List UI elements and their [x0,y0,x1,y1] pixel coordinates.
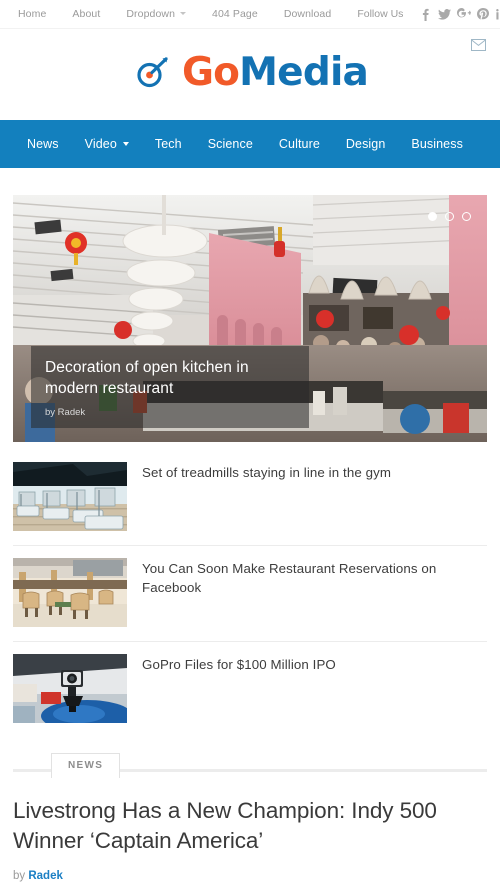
feature-article: Livestrong Has a New Champion: Indy 500 … [13,790,487,889]
nav-item-science[interactable]: Science [195,137,266,151]
gopro-camera-thumbnail [13,654,127,723]
slider-dot-3[interactable] [462,212,471,221]
nav-item-tech[interactable]: Tech [142,137,195,151]
pinterest-icon[interactable] [474,6,491,23]
main-navigation: News Video Tech Science Culture Design B… [0,120,500,168]
nav-item-news[interactable]: News [14,137,72,151]
logo-wordmark: GoMedia [181,50,369,95]
envelope-icon[interactable] [471,39,486,51]
page-root: Home About Dropdown 404 Page Download Fo… [0,0,500,889]
list-item[interactable]: You Can Soon Make Restaurant Reservation… [13,546,487,642]
gym-treadmills-thumbnail [13,462,127,531]
topnav-item-about[interactable]: About [72,8,100,20]
section-tab-news[interactable]: NEWS [51,753,121,778]
top-navigation: Home About Dropdown 404 Page Download [18,8,357,20]
nav-item-video[interactable]: Video [72,137,142,151]
list-item[interactable]: Set of treadmills staying in line in the… [13,450,487,546]
target-arrow-icon [132,53,172,93]
nav-item-culture[interactable]: Culture [266,137,333,151]
nav-item-business[interactable]: Business [398,137,476,151]
nav-spacer [0,168,500,195]
slider-dots [428,212,471,221]
hero-slider[interactable]: Decoration of open kitchen in modern res… [13,195,487,442]
list-item-title: You Can Soon Make Restaurant Reservation… [142,561,437,595]
slider-dot-1[interactable] [428,212,437,221]
logo-text-go: Go [181,50,240,95]
page-title: Livestrong Has a New Champion: Indy 500 … [13,798,437,853]
hero-byline: by Radek [45,407,86,418]
hero-caption[interactable]: Decoration of open kitchen in modern res… [31,346,309,428]
topnav-item-404-page[interactable]: 404 Page [212,8,258,20]
twitter-icon[interactable] [436,6,453,23]
masthead: GoMedia [0,29,500,120]
feature-byline: by Radek [13,870,487,882]
follow-us-label: Follow Us [357,8,404,20]
topnav-item-download[interactable]: Download [284,8,332,20]
linkedin-icon[interactable] [493,6,500,23]
restaurant-lounge-thumbnail [13,558,127,627]
author-link[interactable]: Radek [28,870,63,882]
site-logo[interactable]: GoMedia [132,50,369,95]
google-plus-icon[interactable] [455,6,472,23]
list-item-title: Set of treadmills staying in line in the… [142,465,392,480]
slider-dot-2[interactable] [445,212,454,221]
facebook-icon[interactable] [417,6,434,23]
social-icons [415,6,500,23]
topnav-item-dropdown[interactable]: Dropdown [126,8,186,20]
byline-prefix: by [13,869,26,882]
nav-item-design[interactable]: Design [333,137,399,151]
topnav-item-home[interactable]: Home [18,8,46,20]
list-item-title: GoPro Files for $100 Million IPO [142,657,336,672]
content-area: Decoration of open kitchen in modern res… [0,195,500,889]
list-item[interactable]: GoPro Files for $100 Million IPO [13,642,487,737]
article-list: Set of treadmills staying in line in the… [13,442,487,737]
section-header: NEWS [13,753,487,786]
top-bar: Home About Dropdown 404 Page Download Fo… [0,0,500,29]
hero-title: Decoration of open kitchen in modern res… [45,359,249,397]
logo-text-media: Media [239,50,369,95]
follow-us-group: Follow Us [357,6,500,23]
